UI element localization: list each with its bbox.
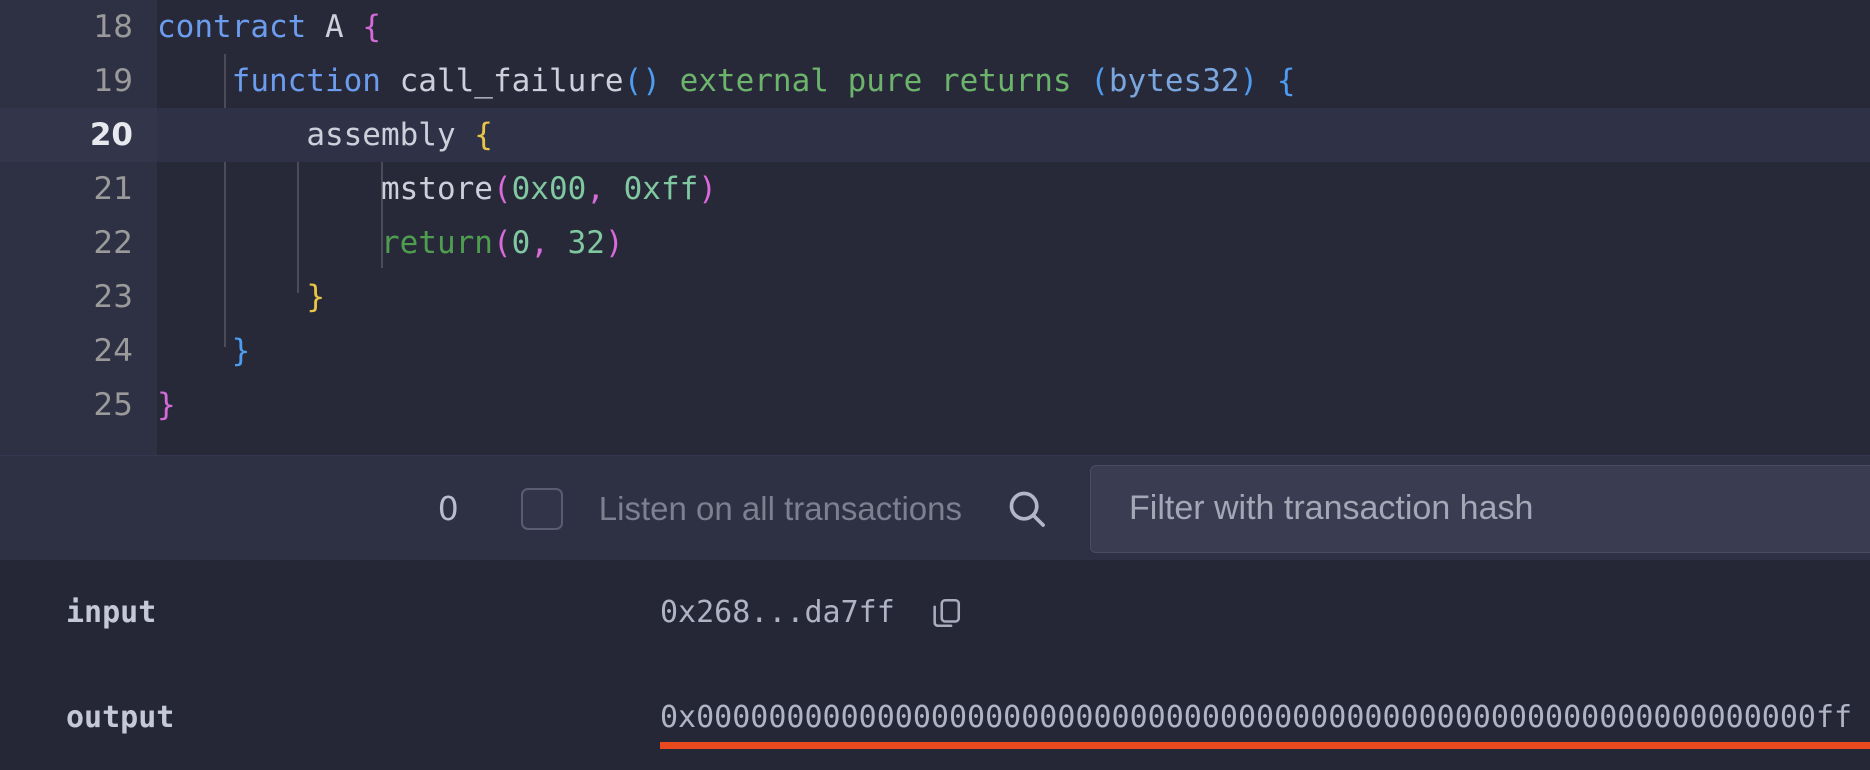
code-line[interactable]: }	[157, 378, 1870, 432]
code-token: )	[698, 171, 717, 207]
output-hex-value: 0x00000000000000000000000000000000000000…	[660, 700, 1853, 735]
code-token: ,	[586, 171, 605, 207]
line-number: 19	[93, 63, 133, 99]
code-token: 0x00	[511, 171, 587, 207]
code-line[interactable]: }	[157, 270, 1870, 324]
code-line[interactable]: function call_failure() external pure re…	[157, 54, 1870, 108]
copy-icon[interactable]	[929, 596, 963, 630]
code-token: A	[306, 9, 363, 45]
code-content-area[interactable]: contract A { function call_failure() ext…	[157, 0, 1870, 455]
detail-key-output: output	[66, 700, 175, 735]
line-number-gutter: 18 19 20 21 22 23 24 25	[0, 0, 157, 455]
code-token: external pure returns	[679, 63, 1072, 99]
code-token: ()	[623, 63, 661, 99]
line-number: 22	[93, 225, 133, 261]
line-number: 20	[0, 108, 157, 162]
input-hex-value: 0x268...da7ff	[660, 595, 895, 630]
code-token: (	[492, 225, 512, 261]
code-token: 32	[567, 225, 605, 261]
transaction-count: 0	[437, 489, 459, 528]
code-token: (	[492, 171, 512, 207]
transaction-filter-bar: 0 Listen on all transactions Filter with…	[0, 455, 1870, 561]
listen-all-transactions-control[interactable]: Listen on all transactions	[520, 487, 962, 530]
line-number: 23	[93, 279, 133, 315]
detail-key-input: input	[66, 595, 157, 630]
code-line[interactable]: return(0, 32)	[157, 216, 1870, 270]
code-token: 0xff	[623, 171, 699, 207]
transaction-hash-filter-placeholder: Filter with transaction hash	[1129, 489, 1534, 527]
code-line[interactable]: contract A {	[157, 0, 1870, 54]
search-icon[interactable]	[1004, 486, 1050, 532]
line-number: 18	[93, 9, 133, 45]
code-token: {	[1276, 63, 1296, 99]
detail-value-input: 0x268...da7ff	[660, 595, 963, 630]
code-token: }	[231, 333, 251, 369]
code-token: )	[1239, 63, 1259, 99]
line-number: 24	[93, 333, 133, 369]
line-number: 25	[93, 387, 133, 423]
code-token: contract	[157, 9, 307, 45]
transaction-detail-panel: input 0x268...da7ff output 0x00000000000…	[0, 560, 1870, 770]
listen-on-all-transactions-label: Listen on all transactions	[598, 489, 962, 527]
code-token: call_failure	[380, 63, 624, 99]
code-token: )	[604, 225, 624, 261]
code-token: bytes32	[1108, 63, 1240, 99]
code-token: }	[306, 279, 325, 315]
line-number: 21	[93, 171, 133, 207]
listen-on-all-transactions-checkbox[interactable]	[520, 487, 563, 530]
code-editor[interactable]: 18 19 20 21 22 23 24 25 contract A { function c…	[0, 0, 1870, 455]
code-token: return	[380, 225, 493, 261]
code-token: }	[157, 387, 176, 423]
code-token: mstore	[380, 171, 493, 207]
output-error-underline	[660, 742, 1870, 749]
detail-value-output: 0x00000000000000000000000000000000000000…	[660, 700, 1870, 749]
code-line[interactable]: }	[157, 324, 1870, 378]
code-token: function	[231, 63, 381, 99]
detail-row-output: output 0x0000000000000000000000000000000…	[0, 665, 1870, 770]
code-token: ,	[530, 225, 549, 261]
code-line[interactable]: assembly {	[157, 108, 1870, 162]
detail-row-input: input 0x268...da7ff	[0, 560, 1870, 665]
code-token: {	[362, 9, 381, 45]
code-token: 0	[511, 225, 531, 261]
code-token: (	[1090, 63, 1109, 99]
code-token: {	[474, 117, 493, 153]
code-token: assembly	[306, 117, 456, 153]
code-line[interactable]: mstore(0x00, 0xff)	[157, 162, 1870, 216]
transaction-hash-filter-input[interactable]: Filter with transaction hash	[1090, 464, 1870, 553]
